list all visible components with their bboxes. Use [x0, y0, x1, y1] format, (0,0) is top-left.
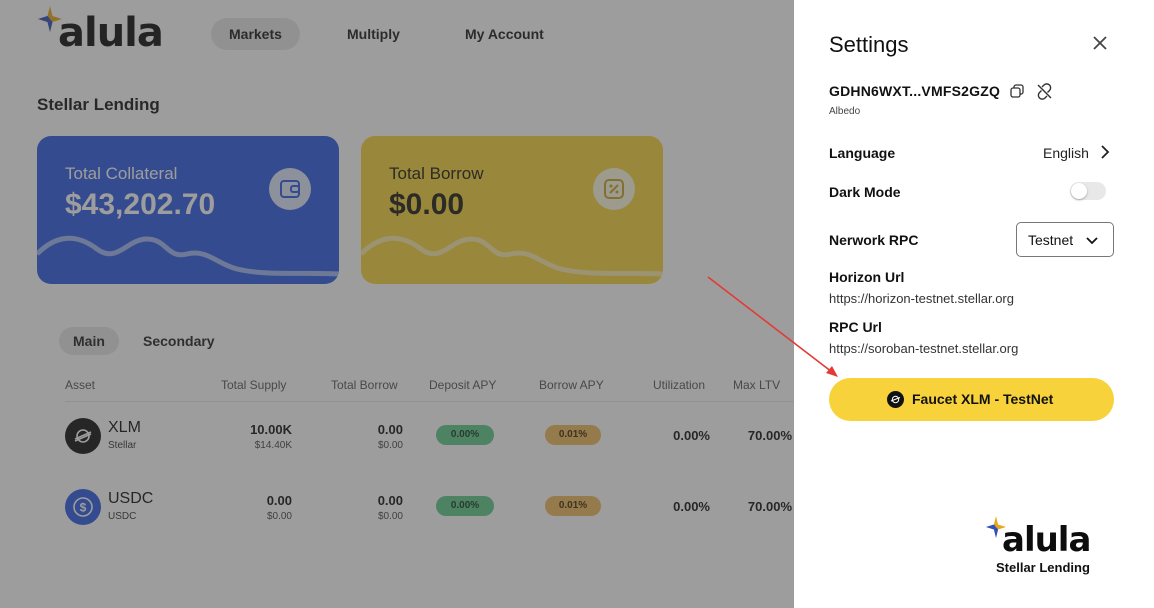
brand-wordmark: alula: [1002, 520, 1091, 560]
dark-mode-label: Dark Mode: [829, 184, 901, 200]
dark-mode-toggle[interactable]: [1070, 182, 1106, 200]
alula-brand-logo: alula Stellar Lending: [986, 516, 1106, 578]
rpc-url-label: RPC Url: [829, 319, 882, 335]
horizon-url-label: Horizon Url: [829, 269, 905, 285]
app-background: alula Markets Multiply My Account Stella…: [0, 0, 794, 608]
network-rpc-select[interactable]: Testnet: [1016, 222, 1114, 257]
chevron-down-icon: [1086, 237, 1098, 245]
network-rpc-value: Testnet: [1028, 232, 1074, 248]
rpc-url-value: https://soroban-testnet.stellar.org: [829, 341, 1019, 356]
close-icon[interactable]: [1090, 33, 1110, 53]
settings-title: Settings: [829, 32, 909, 57]
brand-tagline: Stellar Lending: [996, 560, 1090, 575]
horizon-url-value: https://horizon-testnet.stellar.org: [829, 291, 1014, 306]
chevron-right-icon[interactable]: [1099, 144, 1111, 160]
network-rpc-label: Nerwork RPC: [829, 232, 919, 248]
disconnect-link-icon[interactable]: [1036, 83, 1053, 100]
toggle-knob: [1071, 183, 1087, 199]
faucet-label: Faucet XLM - TestNet: [912, 391, 1054, 407]
wallet-provider: Albedo: [829, 106, 861, 117]
copy-icon[interactable]: [1010, 84, 1024, 98]
modal-backdrop-overlay[interactable]: [0, 0, 794, 608]
language-label: Language: [829, 145, 896, 161]
settings-drawer: Settings GDHN6WXT...VMFS2GZQ Albedo Lang…: [794, 0, 1154, 608]
wallet-address: GDHN6WXT...VMFS2GZQ: [829, 83, 1001, 99]
faucet-xlm-button[interactable]: Faucet XLM - TestNet: [829, 378, 1114, 421]
stellar-xlm-icon: [887, 391, 904, 408]
language-value[interactable]: English: [1043, 145, 1089, 161]
